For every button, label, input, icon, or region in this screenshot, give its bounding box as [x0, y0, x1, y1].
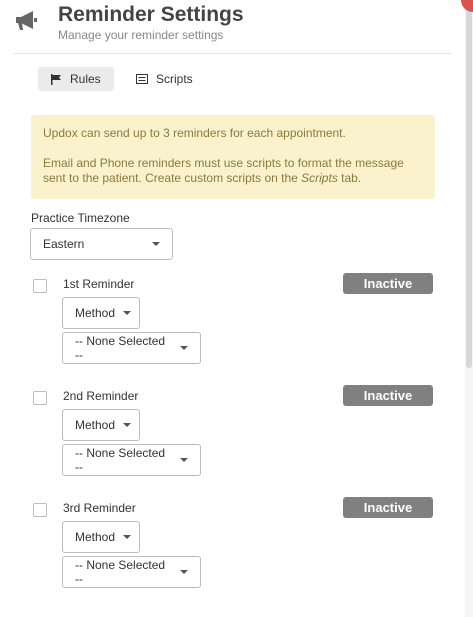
reminder-row-3: 3rd Reminder Inactive Method -- None Sel…	[0, 497, 473, 607]
method-select[interactable]: Method	[62, 521, 140, 553]
status-badge: Inactive	[343, 385, 433, 406]
close-icon[interactable]	[461, 0, 473, 12]
status-badge: Inactive	[343, 273, 433, 294]
timezone-value: Eastern	[43, 237, 85, 251]
alert-line-2: Email and Phone reminders must use scrip…	[43, 156, 404, 185]
script-icon	[126, 74, 156, 84]
script-select[interactable]: -- None Selected --	[62, 444, 201, 476]
reminder-label: 2nd Reminder	[63, 389, 139, 403]
status-badge: Inactive	[343, 497, 433, 518]
megaphone-icon	[14, 8, 38, 32]
timezone-label: Practice Timezone	[31, 211, 130, 225]
reminder-row-1: 1st Reminder Inactive Method -- None Sel…	[0, 273, 473, 383]
method-select[interactable]: Method	[62, 297, 140, 329]
tab-scripts-label: Scripts	[156, 72, 193, 86]
script-select[interactable]: -- None Selected --	[62, 556, 201, 588]
tab-rules[interactable]: Rules	[38, 67, 114, 91]
page-subtitle: Manage your reminder settings	[58, 28, 224, 42]
reminder-label: 3rd Reminder	[63, 501, 136, 515]
timezone-select[interactable]: Eastern	[30, 228, 173, 260]
chevron-down-icon	[123, 535, 132, 539]
flag-icon	[38, 73, 70, 85]
chevron-down-icon	[180, 570, 188, 574]
tab-scripts[interactable]: Scripts	[126, 67, 206, 91]
page-title: Reminder Settings	[58, 3, 244, 26]
reminder-label: 1st Reminder	[63, 277, 135, 291]
info-alert: Updox can send up to 3 reminders for eac…	[31, 115, 435, 199]
chevron-down-icon	[180, 458, 188, 462]
reminder-checkbox[interactable]	[33, 279, 47, 293]
chevron-down-icon	[180, 346, 188, 350]
tab-rules-label: Rules	[70, 72, 101, 86]
chevron-down-icon	[123, 311, 132, 315]
alert-line-1: Updox can send up to 3 reminders for eac…	[43, 126, 346, 140]
reminder-row-2: 2nd Reminder Inactive Method -- None Sel…	[0, 385, 473, 495]
chevron-down-icon	[152, 242, 160, 246]
method-select[interactable]: Method	[62, 409, 140, 441]
chevron-down-icon	[123, 423, 132, 427]
reminder-checkbox[interactable]	[33, 391, 47, 405]
reminder-checkbox[interactable]	[33, 503, 47, 517]
script-select[interactable]: -- None Selected --	[62, 332, 201, 364]
header-divider	[14, 53, 451, 54]
